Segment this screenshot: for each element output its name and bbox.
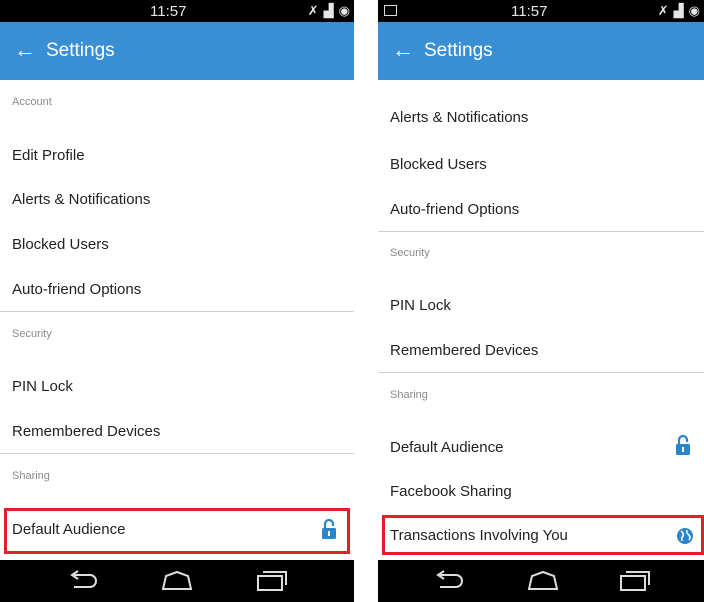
page-title: Settings [46, 40, 115, 61]
settings-item-alerts[interactable]: Alerts & Notifications [12, 190, 342, 210]
status-time: 11:57 [150, 3, 187, 20]
nav-recents-icon[interactable] [618, 570, 652, 592]
section-header-security: Security [12, 328, 52, 340]
divider [0, 311, 354, 312]
cell-signal-icon: ▟ [673, 3, 684, 18]
signal-off-icon: ✗ [307, 3, 319, 18]
divider [378, 372, 704, 373]
status-bar: 11:57 ✗ ▟ ◉ [378, 0, 704, 22]
right-phone-screen: 11:57 ✗ ▟ ◉ ← Settings Alerts & Notifica… [378, 0, 704, 602]
battery-icon: ◉ [338, 3, 350, 18]
globe-icon [677, 528, 693, 544]
app-bar: ← Settings [378, 22, 704, 80]
signal-off-icon: ✗ [657, 3, 669, 18]
status-time: 11:57 [511, 3, 548, 20]
settings-item-pin-lock[interactable]: PIN Lock [12, 377, 342, 397]
settings-item-autofriend[interactable]: Auto-friend Options [12, 280, 342, 300]
settings-item-facebook-sharing[interactable]: Facebook Sharing [390, 482, 692, 502]
nav-home-icon[interactable] [160, 570, 194, 592]
lock-icon [322, 518, 336, 539]
nav-back-icon[interactable] [66, 570, 100, 592]
settings-item-blocked-users[interactable]: Blocked Users [390, 155, 692, 175]
divider [0, 453, 354, 454]
notification-icon [384, 5, 397, 16]
page-title: Settings [424, 40, 493, 61]
settings-item-pin-lock[interactable]: PIN Lock [390, 296, 692, 316]
divider [378, 231, 704, 232]
left-phone-screen: 11:57 ✗ ▟ ◉ ← Settings Account Edit Prof… [0, 0, 354, 602]
section-header-security: Security [390, 247, 430, 259]
settings-item-default-audience[interactable]: Default Audience [12, 520, 342, 540]
nav-home-icon[interactable] [526, 570, 560, 592]
settings-item-remembered-devices[interactable]: Remembered Devices [390, 341, 692, 361]
settings-item-alerts[interactable]: Alerts & Notifications [390, 108, 692, 128]
settings-item-default-audience[interactable]: Default Audience [390, 438, 692, 458]
settings-item-blocked-users[interactable]: Blocked Users [12, 235, 342, 255]
nav-recents-icon[interactable] [255, 570, 289, 592]
status-bar: 11:57 ✗ ▟ ◉ [0, 0, 354, 22]
lock-icon [676, 434, 690, 455]
settings-item-transactions[interactable]: Transactions Involving You [390, 526, 692, 546]
settings-list: Account Edit Profile Alerts & Notificati… [0, 80, 354, 560]
section-header-account: Account [12, 96, 52, 108]
navigation-bar [0, 560, 354, 602]
settings-item-remembered-devices[interactable]: Remembered Devices [12, 422, 342, 442]
settings-item-edit-profile[interactable]: Edit Profile [12, 146, 342, 166]
section-header-sharing: Sharing [12, 470, 50, 482]
back-arrow-icon[interactable]: ← [392, 38, 414, 62]
settings-item-autofriend[interactable]: Auto-friend Options [390, 200, 692, 220]
cell-signal-icon: ▟ [323, 3, 334, 18]
battery-icon: ◉ [688, 3, 700, 18]
nav-back-icon[interactable] [432, 570, 466, 592]
section-header-sharing: Sharing [390, 389, 428, 401]
app-bar: ← Settings [0, 22, 354, 80]
navigation-bar [378, 560, 704, 602]
settings-list: Alerts & Notifications Blocked Users Aut… [378, 80, 704, 560]
back-arrow-icon[interactable]: ← [14, 38, 36, 62]
